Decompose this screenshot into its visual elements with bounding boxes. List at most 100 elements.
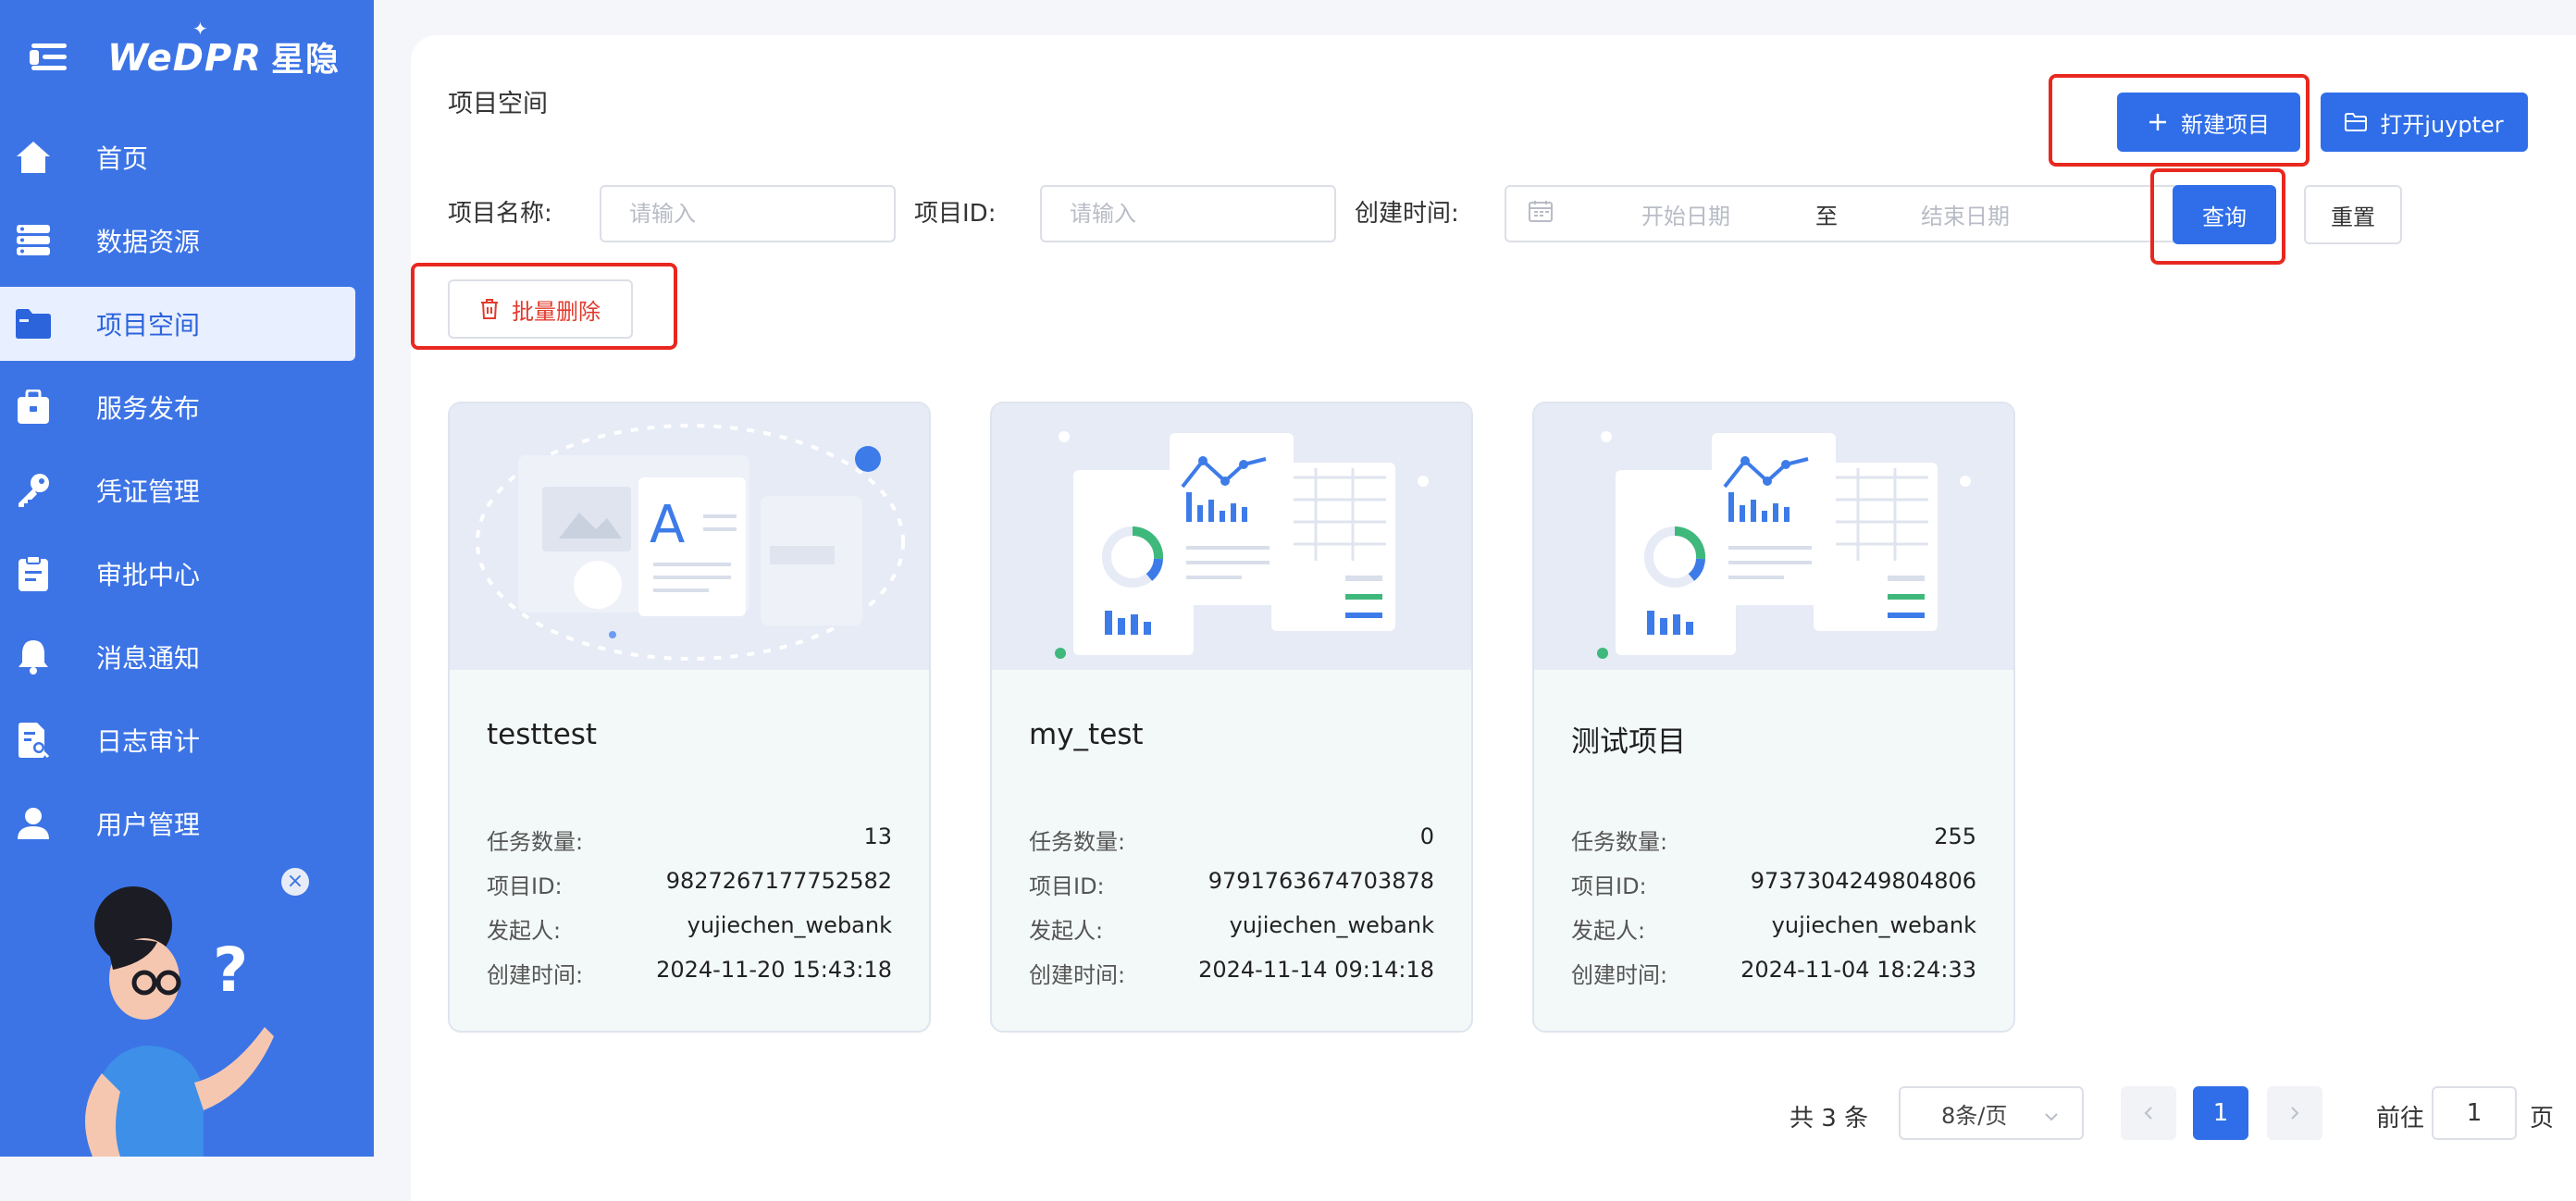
task-count-value: 0 (1419, 823, 1434, 849)
sidebar-item-label: 首页 (96, 143, 149, 174)
sidebar-item-service-publish[interactable]: 服务发布 (0, 370, 355, 444)
new-project-label: 新建项目 (2181, 111, 2270, 138)
project-id-row: 项目ID: 9791763674703878 (1029, 868, 1434, 900)
sidebar: WeDPR 星隐 ✦ 首页 数据资源 项目空间 服务发布 凭证管理 审批中心 消… (0, 0, 374, 1157)
page-suffix: 页 (2530, 1104, 2555, 1133)
sidebar-item-credentials[interactable]: 凭证管理 (0, 453, 355, 527)
sidebar-item-notifications[interactable]: 消息通知 (0, 620, 355, 694)
page-1-button[interactable]: 1 (2193, 1086, 2248, 1140)
date-separator: 至 (1815, 203, 1838, 229)
user-icon (15, 805, 52, 842)
task-count-value: 13 (863, 823, 892, 849)
created-time-label: 创建时间: (1571, 962, 1668, 988)
question-mark: ? (213, 935, 249, 1006)
project-name-label: 项目名称: (448, 200, 552, 228)
created-time-label: 创建时间: (487, 962, 584, 988)
project-name: my_test (1029, 718, 1144, 751)
close-icon[interactable]: × (281, 868, 309, 896)
total-count: 共 3 条 (1790, 1104, 1869, 1133)
help-illustration: × ? (56, 861, 315, 1157)
project-id-value: 9827267177752582 (665, 868, 892, 894)
project-id-row: 项目ID: 9827267177752582 (487, 868, 892, 900)
sidebar-item-user-management[interactable]: 用户管理 (0, 786, 355, 861)
main-panel: 项目空间 新建项目 打开juypter 项目名称: 项目ID: 创建时间: 开始… (411, 35, 2576, 1201)
sidebar-item-label: 项目空间 (96, 310, 201, 340)
new-project-button[interactable]: 新建项目 (2117, 93, 2300, 152)
end-date-input[interactable]: 结束日期 (1921, 198, 2010, 230)
created-time-value: 2024-11-14 09:14:18 (1198, 957, 1434, 983)
folder-open-icon (2345, 113, 2368, 131)
created-time-row: 创建时间: 2024-11-04 18:24:33 (1571, 957, 1976, 989)
task-count-row: 任务数量: 13 (487, 823, 892, 856)
sparkle-icon: ✦ (192, 18, 209, 40)
page-size-select[interactable]: 8条/页 (1899, 1086, 2084, 1140)
chevron-left-icon (2144, 1107, 2152, 1120)
sidebar-item-label: 用户管理 (96, 810, 201, 840)
sidebar-item-label: 消息通知 (96, 643, 201, 674)
sidebar-nav: 首页 数据资源 项目空间 服务发布 凭证管理 审批中心 消息通知 日志审计 用户… (0, 120, 374, 870)
project-id-value: 9791763674703878 (1208, 868, 1434, 894)
owner-label: 发起人: (487, 918, 562, 944)
project-id-input[interactable] (1040, 185, 1336, 242)
prev-page-button[interactable] (2121, 1086, 2176, 1140)
person-illustration (85, 886, 274, 1157)
sidebar-item-project-space[interactable]: 项目空间 (0, 287, 355, 361)
reset-button[interactable]: 重置 (2304, 185, 2402, 244)
calendar-icon (1529, 200, 1553, 228)
sidebar-item-label: 审批中心 (96, 560, 201, 590)
chevron-down-icon (2043, 1105, 2060, 1131)
goto-label: 前往 (2376, 1104, 2425, 1133)
project-card[interactable]: 测试项目 任务数量: 255 项目ID: 9737304249804806 发起人:… (1532, 402, 2015, 1033)
owner-label: 发起人: (1029, 918, 1104, 944)
folder-icon (15, 305, 52, 342)
owner-value: yujiechen_webank (687, 912, 892, 938)
logo-cn-text: 星隐 (271, 41, 341, 79)
page-size-value: 8条/页 (1941, 1102, 2008, 1129)
project-name: 测试项目 (1571, 725, 1686, 759)
card-cover-illustration (1534, 403, 2013, 670)
reset-label: 重置 (2331, 204, 2375, 230)
sidebar-item-data-resources[interactable]: 数据资源 (0, 204, 355, 278)
sidebar-item-log-audit[interactable]: 日志审计 (0, 703, 355, 777)
start-date-input[interactable]: 开始日期 (1641, 198, 1730, 230)
project-id-row: 项目ID: 9737304249804806 (1571, 868, 1976, 900)
database-icon (15, 222, 52, 259)
sidebar-item-home[interactable]: 首页 (0, 120, 355, 194)
batch-delete-button[interactable]: 批量删除 (448, 279, 633, 339)
project-card[interactable]: A testtest 任务数量: 13 项目ID: 9827267177752582… (448, 402, 931, 1033)
query-button[interactable]: 查询 (2173, 185, 2276, 244)
sidebar-item-label: 数据资源 (96, 227, 201, 257)
owner-value: yujiechen_webank (1771, 912, 1976, 938)
key-icon (15, 472, 52, 509)
owner-label: 发起人: (1571, 918, 1646, 944)
open-jupyter-button[interactable]: 打开juypter (2321, 93, 2528, 152)
page-title: 项目空间 (448, 90, 548, 118)
open-jupyter-label: 打开juypter (2380, 111, 2504, 138)
project-id-label: 项目ID: (487, 873, 563, 899)
menu-toggle-icon[interactable] (28, 38, 70, 75)
owner-row: 发起人: yujiechen_webank (1571, 912, 1976, 945)
task-count-label: 任务数量: (1571, 829, 1668, 855)
plus-icon (2148, 112, 2168, 132)
card-cover-illustration: A (450, 403, 929, 670)
created-time-row: 创建时间: 2024-11-14 09:14:18 (1029, 957, 1434, 989)
created-time-label: 创建时间: (1355, 200, 1459, 228)
briefcase-icon (15, 389, 52, 426)
project-name-input[interactable] (600, 185, 896, 242)
project-id-value: 9737304249804806 (1750, 868, 1976, 894)
created-time-label: 创建时间: (1029, 962, 1126, 988)
project-card[interactable]: my_test 任务数量: 0 项目ID: 9791763674703878 发起人… (990, 402, 1473, 1033)
bell-icon (15, 638, 52, 675)
project-name: testtest (487, 718, 598, 751)
goto-page-input[interactable]: 1 (2432, 1086, 2517, 1140)
created-time-value: 2024-11-20 15:43:18 (656, 957, 892, 983)
owner-row: 发起人: yujiechen_webank (1029, 912, 1434, 945)
project-id-label: 项目ID: (1029, 873, 1105, 899)
sidebar-item-label: 凭证管理 (96, 477, 201, 507)
batch-delete-label: 批量删除 (512, 298, 601, 325)
next-page-button[interactable] (2267, 1086, 2322, 1140)
project-id-label: 项目ID: (1571, 873, 1647, 899)
sidebar-item-approval[interactable]: 审批中心 (0, 537, 355, 611)
date-range-picker[interactable]: 开始日期 至 结束日期 (1505, 185, 2184, 242)
task-count-label: 任务数量: (1029, 829, 1126, 855)
